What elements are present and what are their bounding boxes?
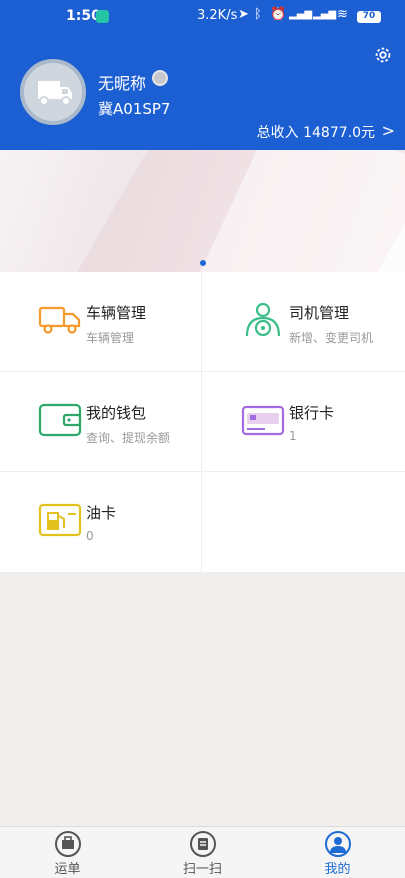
nickname: 无昵称 bbox=[98, 74, 147, 93]
bluetooth-icon: ᛒ bbox=[254, 7, 262, 22]
driver-icon bbox=[245, 302, 281, 337]
item-title: 油卡 bbox=[86, 504, 117, 522]
tab-profile[interactable]: 我的 bbox=[270, 827, 405, 878]
wallet-item[interactable]: 我的钱包 查询、提现余额 bbox=[0, 372, 202, 472]
empty-cell bbox=[203, 472, 405, 573]
location-icon: ➤ bbox=[238, 7, 249, 22]
total-income[interactable]: 总收入 14877.0元 bbox=[257, 122, 375, 142]
driver-management-item[interactable]: 司机管理 新增、变更司机 bbox=[203, 272, 405, 372]
tab-label: 我的 bbox=[324, 862, 351, 877]
truck-icon bbox=[38, 306, 81, 334]
banner-carousel[interactable] bbox=[0, 150, 405, 272]
avatar[interactable] bbox=[20, 59, 86, 125]
item-subtitle: 车辆管理 bbox=[86, 331, 135, 345]
tab-scan[interactable]: 扫一扫 bbox=[135, 827, 270, 878]
chevron-right-icon[interactable]: > bbox=[382, 121, 395, 140]
item-subtitle: 查询、提现余额 bbox=[86, 431, 171, 445]
battery-icon: 70 bbox=[357, 11, 381, 23]
item-title: 车辆管理 bbox=[86, 304, 147, 322]
item-title: 我的钱包 bbox=[86, 404, 147, 422]
fuel-card-item[interactable]: 油卡 0 bbox=[0, 472, 202, 573]
scan-icon bbox=[190, 831, 216, 857]
item-subtitle: 1 bbox=[289, 429, 297, 443]
tab-label: 扫一扫 bbox=[182, 862, 222, 877]
bottom-tab-bar: 运单 扫一扫 我的 bbox=[0, 826, 405, 878]
bank-card-icon bbox=[241, 405, 285, 436]
settings-gear-icon[interactable] bbox=[372, 44, 394, 66]
profile-header: 无昵称 冀A01SP7 总收入 14877.0元 > bbox=[0, 34, 405, 150]
vehicle-management-item[interactable]: 车辆管理 车辆管理 bbox=[0, 272, 202, 372]
carousel-indicator-dot bbox=[200, 260, 206, 266]
item-subtitle: 新增、变更司机 bbox=[289, 331, 374, 345]
item-title: 司机管理 bbox=[289, 304, 350, 322]
profile-icon bbox=[325, 831, 351, 857]
tab-label: 运单 bbox=[54, 862, 81, 877]
medal-icon bbox=[152, 70, 168, 86]
license-plate: 冀A01SP7 bbox=[98, 100, 171, 118]
app-notification-icon bbox=[96, 10, 109, 23]
alarm-icon: ⏰ bbox=[270, 7, 287, 22]
signal-icon-2: ▂▄▆ bbox=[313, 9, 337, 20]
tab-waybill[interactable]: 运单 bbox=[0, 827, 135, 878]
truck-avatar-icon bbox=[38, 81, 72, 106]
wallet-icon bbox=[38, 403, 82, 437]
item-title: 银行卡 bbox=[289, 404, 335, 422]
waybill-icon bbox=[55, 831, 81, 857]
fuel-card-icon bbox=[38, 503, 82, 537]
feature-grid: 车辆管理 车辆管理 司机管理 新增、变更司机 我的钱包 查询、提现余额 银行卡 … bbox=[0, 272, 405, 573]
network-speed: 3.2K/s bbox=[197, 8, 238, 23]
item-subtitle: 0 bbox=[86, 529, 94, 543]
wifi-icon: ≋ bbox=[337, 7, 348, 22]
signal-icon: ▂▄▆ bbox=[289, 9, 313, 20]
status-bar: 1:50 3.2K/s ➤ ᛒ ⏰ ▂▄▆ ▂▄▆ ≋ 70 bbox=[0, 0, 405, 34]
bank-card-item[interactable]: 银行卡 1 bbox=[203, 372, 405, 472]
